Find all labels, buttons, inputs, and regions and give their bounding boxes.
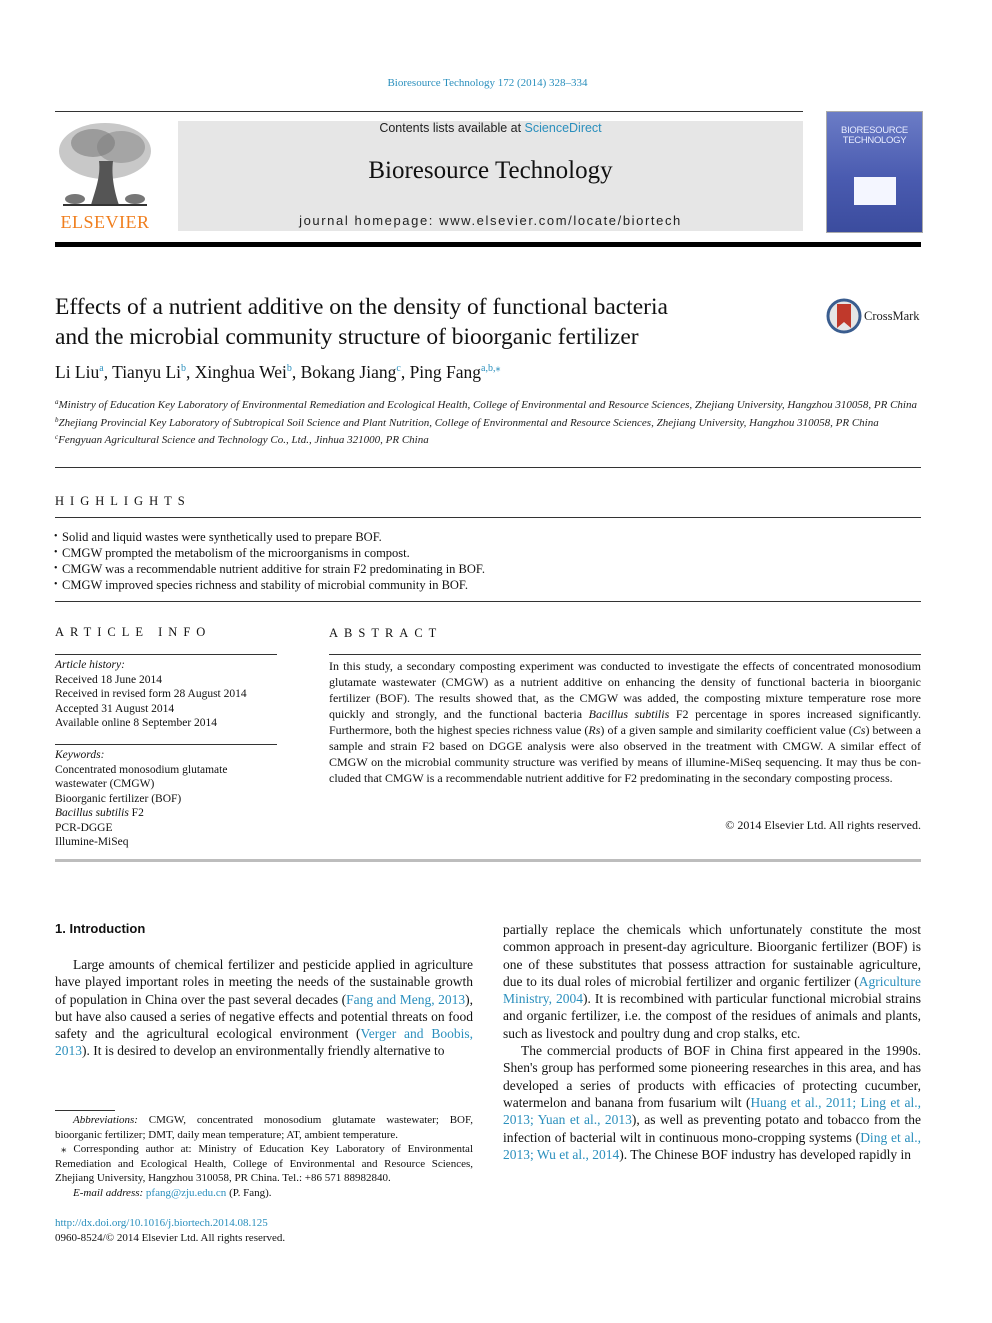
abstract-text: In this study, a secondary composting ex… (329, 659, 921, 785)
footnote-rule (55, 1110, 115, 1111)
intro-paragraph-continued: partially replace the chemicals which un… (503, 922, 921, 1041)
keywords-label: Keywords: (55, 749, 105, 761)
contents-prefix: Contents lists available at (379, 121, 525, 135)
email-footnote: E-mail address: pfang@zju.edu.cn (P. Fan… (73, 1186, 272, 1199)
keyword: Concentrated monosodium glutamate wastew… (55, 763, 228, 791)
intro-paragraph: Large amounts of chemical fertilizer and… (55, 957, 473, 1059)
keyword: Bacillus subtilis F2 (55, 807, 144, 819)
author[interactable]: Xinghua Weib (195, 362, 292, 382)
highlight-item: CMGW improved species richness and stabi… (54, 577, 485, 593)
contents-availability: Contents lists available at ScienceDirec… (178, 121, 803, 135)
header-thick-rule (55, 242, 921, 247)
highlight-item: Solid and liquid wastes were synthetical… (54, 529, 485, 545)
history-item: Available online 8 September 2014 (55, 717, 218, 729)
author[interactable]: Ping Fanga,b,⁎ (410, 362, 501, 382)
article-history: Article history: Received 18 June 2014 R… (55, 658, 277, 731)
keyword: Illumine-MiSeq (55, 836, 129, 848)
crossmark-label: CrossMark (864, 309, 920, 323)
affiliation: cFengyuan Agricultural Science and Techn… (55, 433, 429, 446)
affiliation: bZhejiang Provincial Key Laboratory of S… (55, 415, 879, 429)
body-column-left: Large amounts of chemical fertilizer and… (55, 956, 473, 1076)
author[interactable]: Li Liua (55, 362, 104, 382)
crossmark-button[interactable]: CrossMark (826, 298, 926, 334)
cover-figure (854, 177, 896, 205)
elsevier-logo[interactable]: ELSEVIER (55, 121, 155, 233)
history-item: Accepted 31 August 2014 (55, 702, 175, 715)
highlight-item: CMGW prompted the metabolism of the micr… (54, 545, 485, 561)
highlights-bottom-rule (55, 601, 921, 602)
author[interactable]: Bokang Jiangc (301, 362, 401, 382)
highlights-rule (55, 517, 921, 518)
affiliations: aMinistry of Education Key Laboratory of… (55, 395, 925, 448)
cover-title: BIORESOURCE TECHNOLOGY (841, 125, 908, 146)
section-heading-introduction: 1. Introduction (55, 921, 146, 936)
affiliations-rule (55, 467, 921, 468)
abbreviations-footnote: Abbreviations: CMGW, concentrated monoso… (55, 1114, 473, 1141)
email-link[interactable]: pfang@zju.edu.cn (146, 1187, 226, 1199)
article-title: Effects of a nutrient additive on the de… (55, 294, 668, 350)
author-list: Li Liua, Tianyu Lib, Xinghua Weib, Bokan… (55, 362, 501, 382)
history-item: Received 18 June 2014 (55, 673, 162, 686)
corresponding-author-footnote: ⁎ Corresponding author at: Ministry of E… (55, 1143, 473, 1185)
article-info-heading: ARTICLE INFO (55, 625, 212, 639)
history-item: Received in revised form 28 August 2014 (55, 688, 247, 700)
journal-name: Bioresource Technology (368, 157, 613, 184)
article-info-rule (55, 654, 277, 655)
highlights-list: Solid and liquid wastes were synthetical… (54, 529, 485, 593)
keywords-rule (55, 744, 277, 745)
history-label: Article history: (55, 659, 125, 671)
abstract-copyright: © 2014 Elsevier Ltd. All rights reserved… (725, 818, 921, 832)
elsevier-wordmark: ELSEVIER (60, 212, 150, 232)
journal-masthead: Contents lists available at ScienceDirec… (178, 121, 803, 231)
issn-copyright: 0960-8524/© 2014 Elsevier Ltd. All right… (55, 1232, 286, 1244)
body-column-right: partially replace the chemicals which un… (503, 921, 921, 1201)
doi-block: http://dx.doi.org/10.1016/j.biortech.201… (55, 1216, 285, 1246)
elsevier-tree-icon (59, 123, 151, 206)
keyword: PCR-DGGE (55, 821, 113, 834)
crossmark-icon (826, 298, 862, 334)
intro-paragraph: The commercial products of BOF in China … (503, 1043, 921, 1162)
header-top-rule (55, 111, 803, 112)
journal-homepage[interactable]: journal homepage: www.elsevier.com/locat… (178, 213, 803, 228)
sciencedirect-link[interactable]: ScienceDirect (525, 121, 602, 135)
front-matter-divider (55, 859, 921, 862)
abstract-rule (329, 654, 921, 655)
doi-link[interactable]: http://dx.doi.org/10.1016/j.biortech.201… (55, 1217, 268, 1229)
journal-cover-thumbnail[interactable]: BIORESOURCE TECHNOLOGY (826, 111, 923, 233)
keyword: Bioorganic fertilizer (BOF) (55, 792, 182, 805)
journal-citation-link[interactable]: Bioresource Technology 172 (2014) 328–33… (0, 77, 975, 89)
footnotes: Abbreviations: CMGW, concentrated monoso… (55, 1113, 473, 1201)
highlights-heading: HIGHLIGHTS (55, 494, 191, 508)
citation-link[interactable]: Fang and Meng, 2013 (346, 992, 465, 1007)
keywords: Keywords: Concentrated monosodium glutam… (55, 748, 277, 850)
highlight-item: CMGW was a recommendable nutrient additi… (54, 561, 485, 577)
author[interactable]: Tianyu Lib (112, 362, 186, 382)
abstract-heading: ABSTRACT (329, 626, 443, 640)
affiliation: aMinistry of Education Key Laboratory of… (55, 398, 917, 411)
